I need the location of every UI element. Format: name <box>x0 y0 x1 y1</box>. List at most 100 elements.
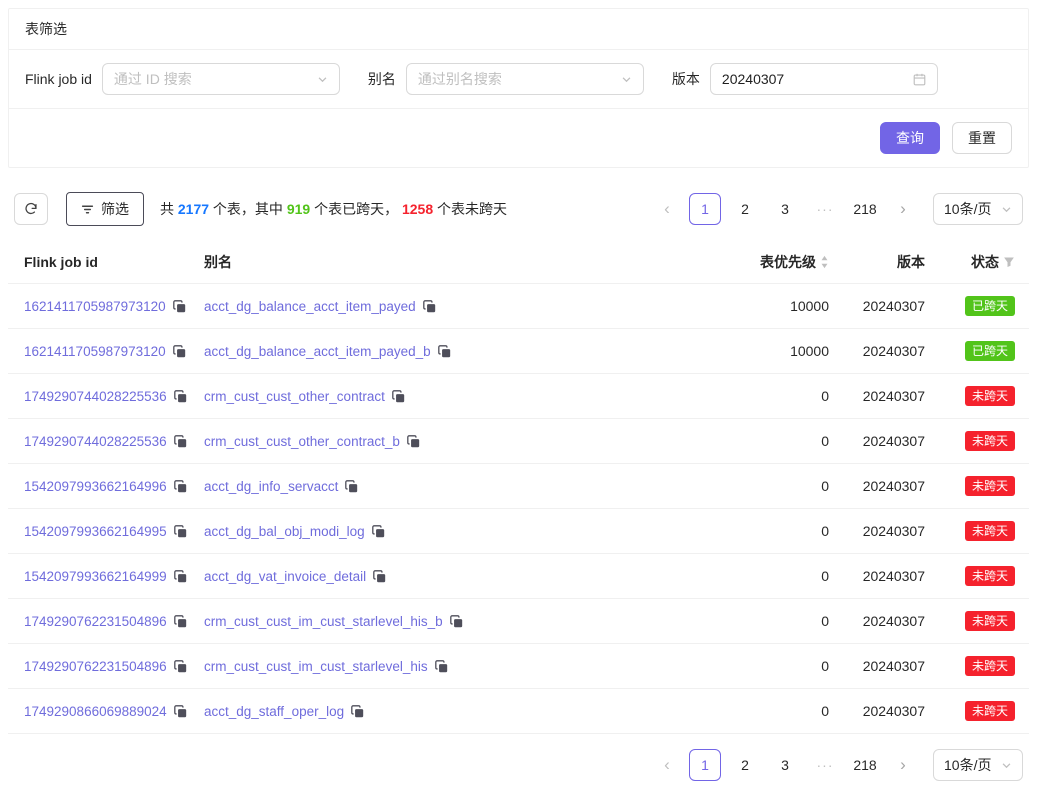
pagination-next-icon[interactable]: › <box>889 193 917 225</box>
version-field-label: 版本 <box>672 69 700 89</box>
pagination-next-icon[interactable]: › <box>889 749 917 781</box>
alias-link[interactable]: acct_dg_balance_acct_item_payed <box>204 299 416 314</box>
job-id-link[interactable]: 1621411705987973120 <box>24 344 166 359</box>
reset-button[interactable]: 重置 <box>952 122 1012 154</box>
priority-cell: 0 <box>703 523 829 539</box>
job-id-link[interactable]: 1542097993662164996 <box>24 479 167 494</box>
job-id-link[interactable]: 1749290744028225536 <box>24 434 167 449</box>
copy-icon[interactable] <box>174 660 187 673</box>
priority-cell: 0 <box>703 658 829 674</box>
col-header-jobid: Flink job id <box>8 254 204 270</box>
alias-select[interactable]: 通过别名搜索 <box>406 63 644 95</box>
results-table: Flink job id 别名 表优先级 版本 状态 <box>8 240 1029 734</box>
job-id-link[interactable]: 1542097993662164995 <box>24 524 167 539</box>
priority-cell: 10000 <box>703 343 829 359</box>
copy-icon[interactable] <box>174 390 187 403</box>
pagination-page-1[interactable]: 1 <box>689 193 721 225</box>
copy-icon[interactable] <box>351 705 364 718</box>
alias-link[interactable]: crm_cust_cust_other_contract <box>204 389 385 404</box>
copy-icon[interactable] <box>392 390 405 403</box>
alias-cell: acct_dg_bal_obj_modi_log <box>204 524 703 539</box>
alias-cell: crm_cust_cust_other_contract <box>204 389 703 404</box>
version-cell: 20240307 <box>829 343 925 359</box>
alias-cell: crm_cust_cust_other_contract_b <box>204 434 703 449</box>
table-row: 1749290744028225536 crm_cust_cust_other_… <box>8 419 1029 464</box>
refresh-button[interactable] <box>14 193 48 225</box>
status-badge: 未跨天 <box>965 386 1015 406</box>
alias-link[interactable]: crm_cust_cust_im_cust_starlevel_his_b <box>204 614 443 629</box>
pagination-page-218[interactable]: 218 <box>849 749 881 781</box>
copy-icon[interactable] <box>174 705 187 718</box>
status-cell: 未跨天 <box>925 386 1029 406</box>
copy-icon[interactable] <box>345 480 358 493</box>
version-date-input[interactable]: 20240307 <box>710 63 938 95</box>
copy-icon[interactable] <box>372 525 385 538</box>
alias-link[interactable]: acct_dg_info_servacct <box>204 479 338 494</box>
alias-cell: acct_dg_balance_acct_item_payed <box>204 299 703 314</box>
status-cell: 未跨天 <box>925 431 1029 451</box>
job-id-link[interactable]: 1749290744028225536 <box>24 389 167 404</box>
crossed-count: 919 <box>287 201 310 217</box>
filter-fields-row: Flink job id 通过 ID 搜索 别名 通过别名搜索 <box>9 50 1028 109</box>
job-id-link[interactable]: 1542097993662164999 <box>24 569 167 584</box>
col-header-status[interactable]: 状态 <box>925 252 1029 272</box>
pagination-prev-icon[interactable]: ‹ <box>653 193 681 225</box>
copy-icon[interactable] <box>174 435 187 448</box>
copy-icon[interactable] <box>173 345 186 358</box>
copy-icon[interactable] <box>174 525 187 538</box>
copy-icon[interactable] <box>173 300 186 313</box>
alias-link[interactable]: acct_dg_vat_invoice_detail <box>204 569 366 584</box>
pagination-page-2[interactable]: 2 <box>729 749 761 781</box>
pagination: ‹ 123···218 › 10条/页 <box>653 193 1023 225</box>
copy-icon[interactable] <box>174 480 187 493</box>
copy-icon[interactable] <box>438 345 451 358</box>
copy-icon[interactable] <box>407 435 420 448</box>
pagination-prev-icon[interactable]: ‹ <box>653 749 681 781</box>
alias-cell: acct_dg_balance_acct_item_payed_b <box>204 344 703 359</box>
alias-link[interactable]: acct_dg_staff_oper_log <box>204 704 344 719</box>
pagination-page-3[interactable]: 3 <box>769 193 801 225</box>
copy-icon[interactable] <box>373 570 386 583</box>
alias-link[interactable]: crm_cust_cust_im_cust_starlevel_his <box>204 659 428 674</box>
filter-toggle-button[interactable]: 筛选 <box>66 192 144 226</box>
copy-icon[interactable] <box>174 615 187 628</box>
pagination-page-3[interactable]: 3 <box>769 749 801 781</box>
priority-cell: 0 <box>703 433 829 449</box>
status-badge: 未跨天 <box>965 521 1015 541</box>
version-cell: 20240307 <box>829 523 925 539</box>
copy-icon[interactable] <box>423 300 436 313</box>
alias-link[interactable]: acct_dg_balance_acct_item_payed_b <box>204 344 431 359</box>
status-badge: 未跨天 <box>965 431 1015 451</box>
pagination-page-2[interactable]: 2 <box>729 193 761 225</box>
jobid-cell: 1749290866069889024 <box>8 704 204 719</box>
status-cell: 未跨天 <box>925 476 1029 496</box>
chevron-down-icon <box>621 74 632 85</box>
version-cell: 20240307 <box>829 298 925 314</box>
chevron-down-icon <box>317 74 328 85</box>
job-id-link[interactable]: 1621411705987973120 <box>24 299 166 314</box>
pagination-page-1[interactable]: 1 <box>689 749 721 781</box>
priority-cell: 0 <box>703 478 829 494</box>
status-cell: 已跨天 <box>925 296 1029 316</box>
sort-icon[interactable] <box>820 255 829 269</box>
job-id-link[interactable]: 1749290762231504896 <box>24 659 167 674</box>
page-size-select[interactable]: 10条/页 <box>933 749 1023 781</box>
alias-link[interactable]: acct_dg_bal_obj_modi_log <box>204 524 365 539</box>
status-badge: 未跨天 <box>965 656 1015 676</box>
table-row: 1749290762231504896 crm_cust_cust_im_cus… <box>8 599 1029 644</box>
priority-cell: 0 <box>703 388 829 404</box>
table-row: 1749290744028225536 crm_cust_cust_other_… <box>8 374 1029 419</box>
filter-funnel-icon[interactable] <box>1003 256 1015 268</box>
copy-icon[interactable] <box>435 660 448 673</box>
copy-icon[interactable] <box>174 570 187 583</box>
pagination-page-218[interactable]: 218 <box>849 193 881 225</box>
job-id-link[interactable]: 1749290866069889024 <box>24 704 167 719</box>
jobid-select[interactable]: 通过 ID 搜索 <box>102 63 340 95</box>
page-size-value: 10条/页 <box>944 755 991 775</box>
copy-icon[interactable] <box>450 615 463 628</box>
search-button[interactable]: 查询 <box>880 122 940 154</box>
page-size-select[interactable]: 10条/页 <box>933 193 1023 225</box>
job-id-link[interactable]: 1749290762231504896 <box>24 614 167 629</box>
alias-link[interactable]: crm_cust_cust_other_contract_b <box>204 434 400 449</box>
col-header-priority[interactable]: 表优先级 <box>703 252 829 272</box>
